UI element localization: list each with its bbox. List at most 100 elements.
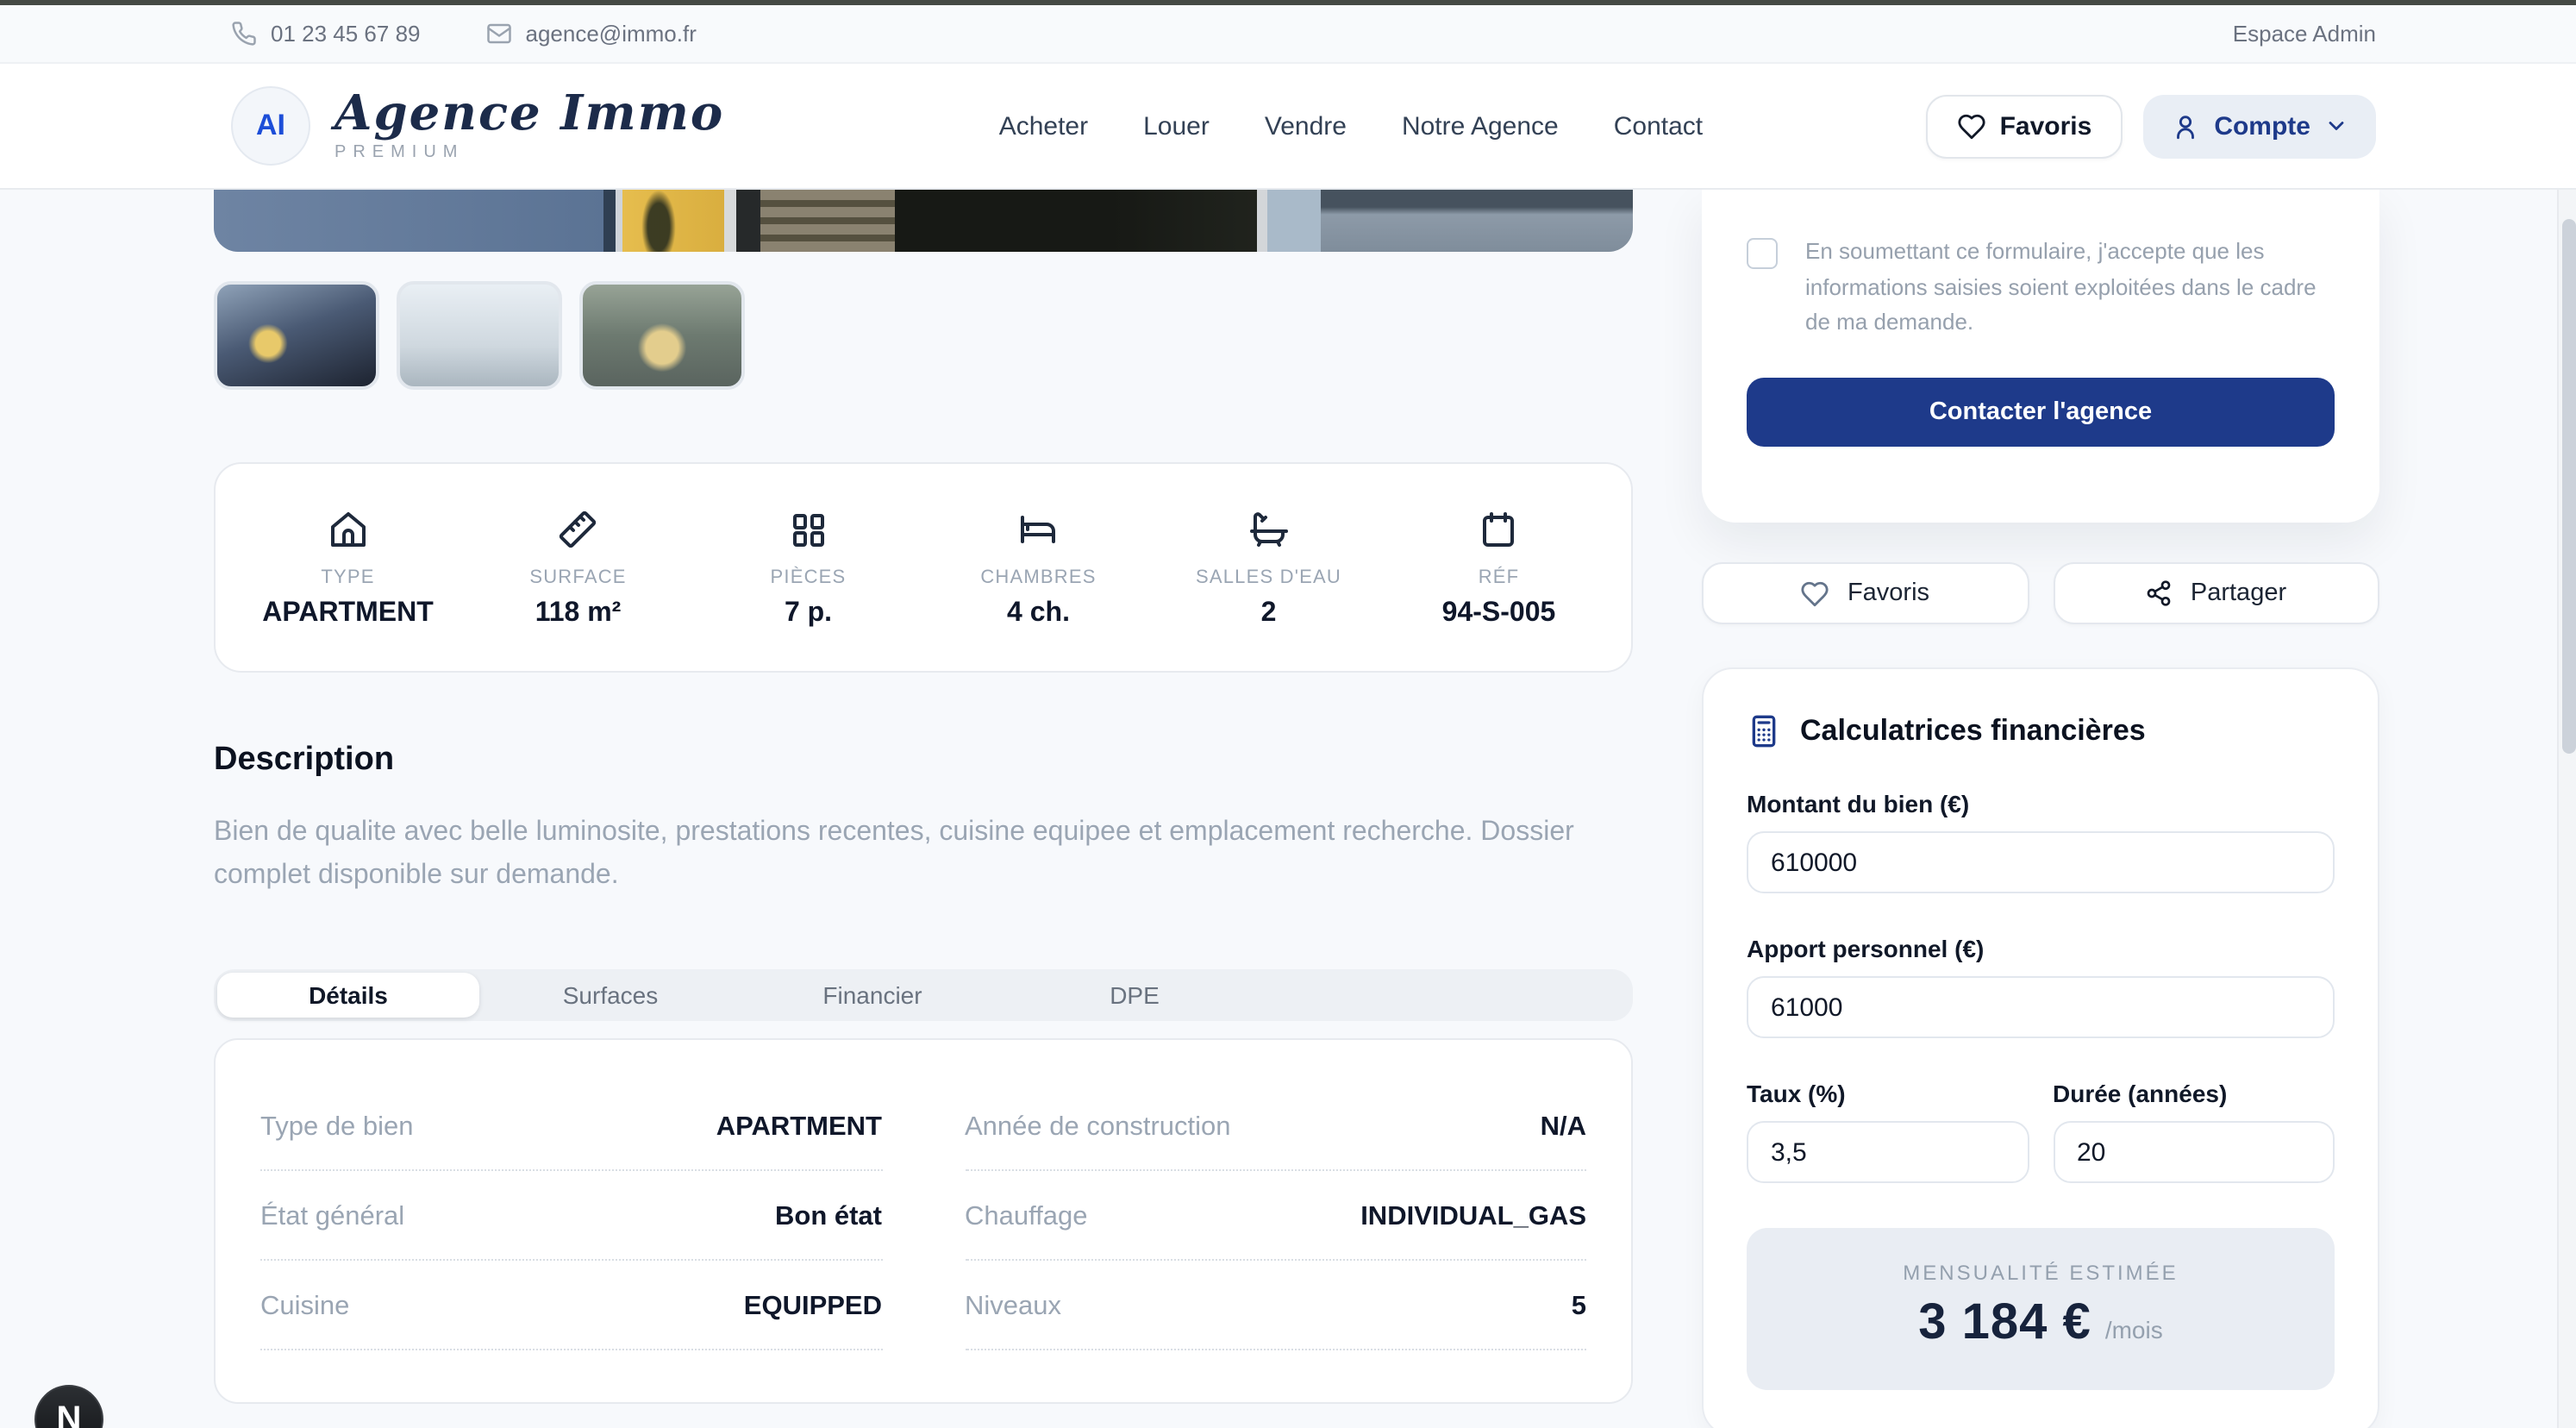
stat-type: TYPE APARTMENT xyxy=(233,509,463,629)
nav-item-louer[interactable]: Louer xyxy=(1143,111,1210,141)
stat-bedrooms: CHAMBRES 4 ch. xyxy=(923,509,1154,629)
monthly-payment-value: 3 184 € xyxy=(1918,1295,2091,1352)
user-icon xyxy=(2171,111,2200,141)
stat-bathrooms: SALLES D'EAU 2 xyxy=(1154,509,1384,629)
calculator-icon xyxy=(1747,714,1781,748)
hero-street-segment xyxy=(1321,190,1633,252)
property-hero-photo[interactable] xyxy=(214,190,1633,252)
duration-label: Durée (années) xyxy=(2053,1080,2335,1107)
details-card: Type de bien APARTMENT État général Bon … xyxy=(214,1038,1633,1404)
logo-name: Agence Immo xyxy=(335,90,724,138)
logo-avatar: AI xyxy=(231,86,310,166)
detail-row: Type de bien APARTMENT xyxy=(260,1081,882,1171)
page: 01 23 45 67 89 agence@immo.fr Espace Adm… xyxy=(0,0,2576,1428)
stat-rooms: PIÈCES 7 p. xyxy=(693,509,923,629)
topbar-email-address: agence@immo.fr xyxy=(526,21,697,47)
header-favorites-button[interactable]: Favoris xyxy=(1926,94,2123,158)
site-header: AI Agence Immo PREMIUM Acheter Louer Ven… xyxy=(0,64,2576,190)
nav-item-vendre[interactable]: Vendre xyxy=(1265,111,1347,141)
admin-area-link[interactable]: Espace Admin xyxy=(2233,21,2376,47)
account-button[interactable]: Compte xyxy=(2143,94,2376,158)
hero-wall-segment xyxy=(214,190,604,252)
consent-row: En soumettant ce formulaire, j'accepte q… xyxy=(1747,235,2335,341)
monthly-payment-suffix: /mois xyxy=(2105,1316,2163,1343)
property-stats-card: TYPE APARTMENT SURFACE 118 m² PIÈCES 7 p… xyxy=(214,462,1633,673)
house-icon xyxy=(328,509,369,550)
heart-icon xyxy=(1957,111,1986,141)
hero-yellow-segment xyxy=(622,190,725,252)
detail-row: Cuisine EQUIPPED xyxy=(260,1261,882,1350)
property-column: TYPE APARTMENT SURFACE 118 m² PIÈCES 7 p… xyxy=(214,190,1633,1428)
favorites-label: Favoris xyxy=(1848,579,1929,607)
scrollbar-thumb[interactable] xyxy=(2561,219,2575,754)
phone-icon xyxy=(231,21,257,47)
logo-tagline: PREMIUM xyxy=(335,143,724,162)
calendar-icon xyxy=(1479,509,1520,550)
description-title: Description xyxy=(214,742,1633,780)
detail-row: Niveaux 5 xyxy=(965,1261,1586,1350)
sidebar: En soumettant ce formulaire, j'accepte q… xyxy=(1702,190,2379,1428)
topbar-phone-number: 01 23 45 67 89 xyxy=(271,21,421,47)
monthly-payment-result: MENSUALITÉ ESTIMÉE 3 184 € /mois xyxy=(1747,1228,2335,1390)
rate-field: Taux (%) xyxy=(1747,1038,2029,1183)
share-button[interactable]: Partager xyxy=(2053,562,2379,624)
result-label: MENSUALITÉ ESTIMÉE xyxy=(1764,1261,2317,1285)
tab-surfaces[interactable]: Surfaces xyxy=(479,973,741,1018)
favorites-button[interactable]: Favoris xyxy=(1702,562,2029,624)
stat-reference: RÉF 94-S-005 xyxy=(1384,509,1614,629)
rate-input[interactable] xyxy=(1747,1121,2029,1183)
details-column-right: Année de construction N/A Chauffage INDI… xyxy=(965,1081,1586,1350)
contact-agency-button[interactable]: Contacter l'agence xyxy=(1747,377,2335,446)
bath-icon xyxy=(1248,509,1290,550)
rate-label: Taux (%) xyxy=(1747,1080,2029,1107)
topbar-email[interactable]: agence@immo.fr xyxy=(486,21,697,47)
detail-row: État général Bon état xyxy=(260,1171,882,1261)
contact-form-card: En soumettant ce formulaire, j'accepte q… xyxy=(1702,190,2379,523)
property-actions: Favoris Partager xyxy=(1702,562,2379,624)
topbar: 01 23 45 67 89 agence@immo.fr Espace Adm… xyxy=(0,5,2576,64)
rate-duration-row: Taux (%) Durée (années) xyxy=(1747,1038,2335,1183)
consent-text: En soumettant ce formulaire, j'accepte q… xyxy=(1805,235,2335,341)
mail-icon xyxy=(486,21,512,47)
calculator-title-row: Calculatrices financières xyxy=(1747,714,2335,748)
duration-input[interactable] xyxy=(2053,1121,2335,1183)
description-text: Bien de qualite avec belle luminosite, p… xyxy=(214,811,1628,897)
topbar-phone[interactable]: 01 23 45 67 89 xyxy=(231,21,421,47)
photo-thumbnail-1[interactable] xyxy=(214,281,379,390)
calculator-title: Calculatrices financières xyxy=(1800,714,2146,748)
logo[interactable]: AI Agence Immo PREMIUM xyxy=(231,86,724,166)
nav-item-acheter[interactable]: Acheter xyxy=(999,111,1088,141)
main-nav: Acheter Louer Vendre Notre Agence Contac… xyxy=(947,111,1703,141)
nav-item-notre-agence[interactable]: Notre Agence xyxy=(1402,111,1559,141)
tab-details[interactable]: Détails xyxy=(217,973,479,1018)
photo-thumbnail-2[interactable] xyxy=(397,281,562,390)
bed-icon xyxy=(1016,509,1061,550)
main-content: TYPE APARTMENT SURFACE 118 m² PIÈCES 7 p… xyxy=(0,190,2576,1428)
detail-row: Chauffage INDIVIDUAL_GAS xyxy=(965,1171,1586,1261)
page-scrollbar xyxy=(2557,64,2576,1428)
consent-checkbox[interactable] xyxy=(1747,238,1778,269)
photo-thumbnail-3[interactable] xyxy=(579,281,745,390)
photo-thumbnails xyxy=(214,281,1633,390)
hero-dark-segment xyxy=(895,190,1257,252)
duration-field: Durée (années) xyxy=(2053,1038,2335,1183)
amount-label: Montant du bien (€) xyxy=(1747,790,2335,817)
heart-icon xyxy=(1801,579,1830,608)
tab-dpe[interactable]: DPE xyxy=(1004,973,1266,1018)
stat-surface: SURFACE 118 m² xyxy=(463,509,693,629)
down-payment-input[interactable] xyxy=(1747,976,2335,1038)
property-tabs: Détails Surfaces Financier DPE xyxy=(214,969,1633,1021)
detail-row: Année de construction N/A xyxy=(965,1081,1586,1171)
tab-financier[interactable]: Financier xyxy=(741,973,1004,1018)
down-payment-label: Apport personnel (€) xyxy=(1747,935,2335,962)
share-icon xyxy=(2146,579,2173,607)
header-actions: Favoris Compte xyxy=(1926,94,2376,158)
chevron-down-icon xyxy=(2324,114,2348,138)
grid-icon xyxy=(788,509,829,550)
header-favorites-label: Favoris xyxy=(2000,111,2092,141)
share-label: Partager xyxy=(2191,579,2286,607)
amount-input[interactable] xyxy=(1747,831,2335,893)
nav-item-contact[interactable]: Contact xyxy=(1614,111,1703,141)
hero-stairs-segment xyxy=(760,190,895,252)
financial-calculator-card: Calculatrices financières Montant du bie… xyxy=(1702,667,2379,1428)
